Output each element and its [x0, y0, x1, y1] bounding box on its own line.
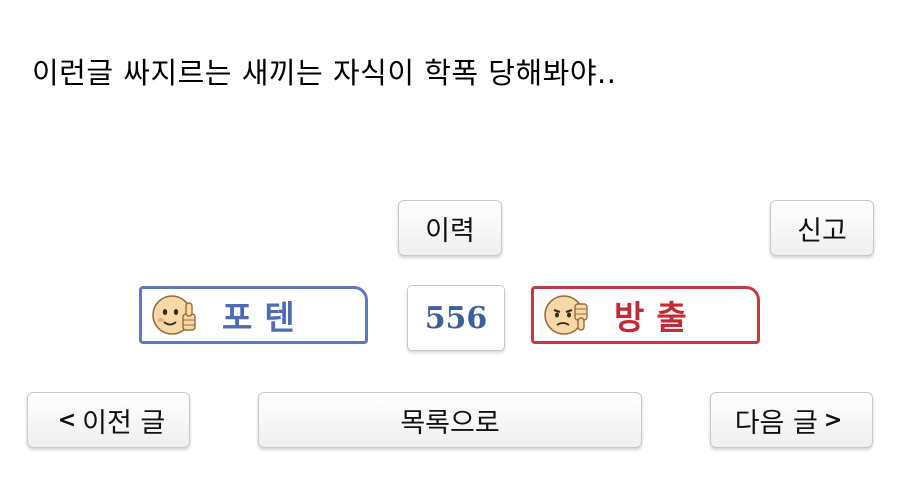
- downvote-button[interactable]: 방출: [531, 286, 760, 344]
- thumbs-down-face-icon: [544, 295, 588, 335]
- previous-post-label: 이전 글: [82, 407, 166, 439]
- post-body-text: 이런글 싸지르는 새끼는 자식이 학폭 당해봐야..: [32, 56, 617, 90]
- vote-count: 556: [407, 285, 505, 351]
- previous-post-button[interactable]: < 이전 글: [27, 392, 190, 448]
- next-post-button[interactable]: 다음 글 >: [710, 392, 873, 448]
- upvote-button[interactable]: 포텐: [139, 286, 368, 344]
- downvote-label: 방출: [614, 298, 699, 337]
- next-post-label: 다음 글: [734, 407, 818, 439]
- back-to-list-label: 목록으로: [400, 407, 500, 439]
- chevron-right-icon: >: [823, 407, 843, 433]
- chevron-left-icon: <: [57, 407, 77, 433]
- report-button-label: 신고: [797, 215, 847, 247]
- thumbs-up-face-icon: [152, 295, 196, 335]
- history-button-label: 이력: [425, 215, 475, 247]
- history-button[interactable]: 이력: [398, 200, 502, 256]
- report-button[interactable]: 신고: [770, 200, 874, 256]
- back-to-list-button[interactable]: 목록으로: [258, 392, 642, 448]
- upvote-label: 포텐: [222, 298, 307, 337]
